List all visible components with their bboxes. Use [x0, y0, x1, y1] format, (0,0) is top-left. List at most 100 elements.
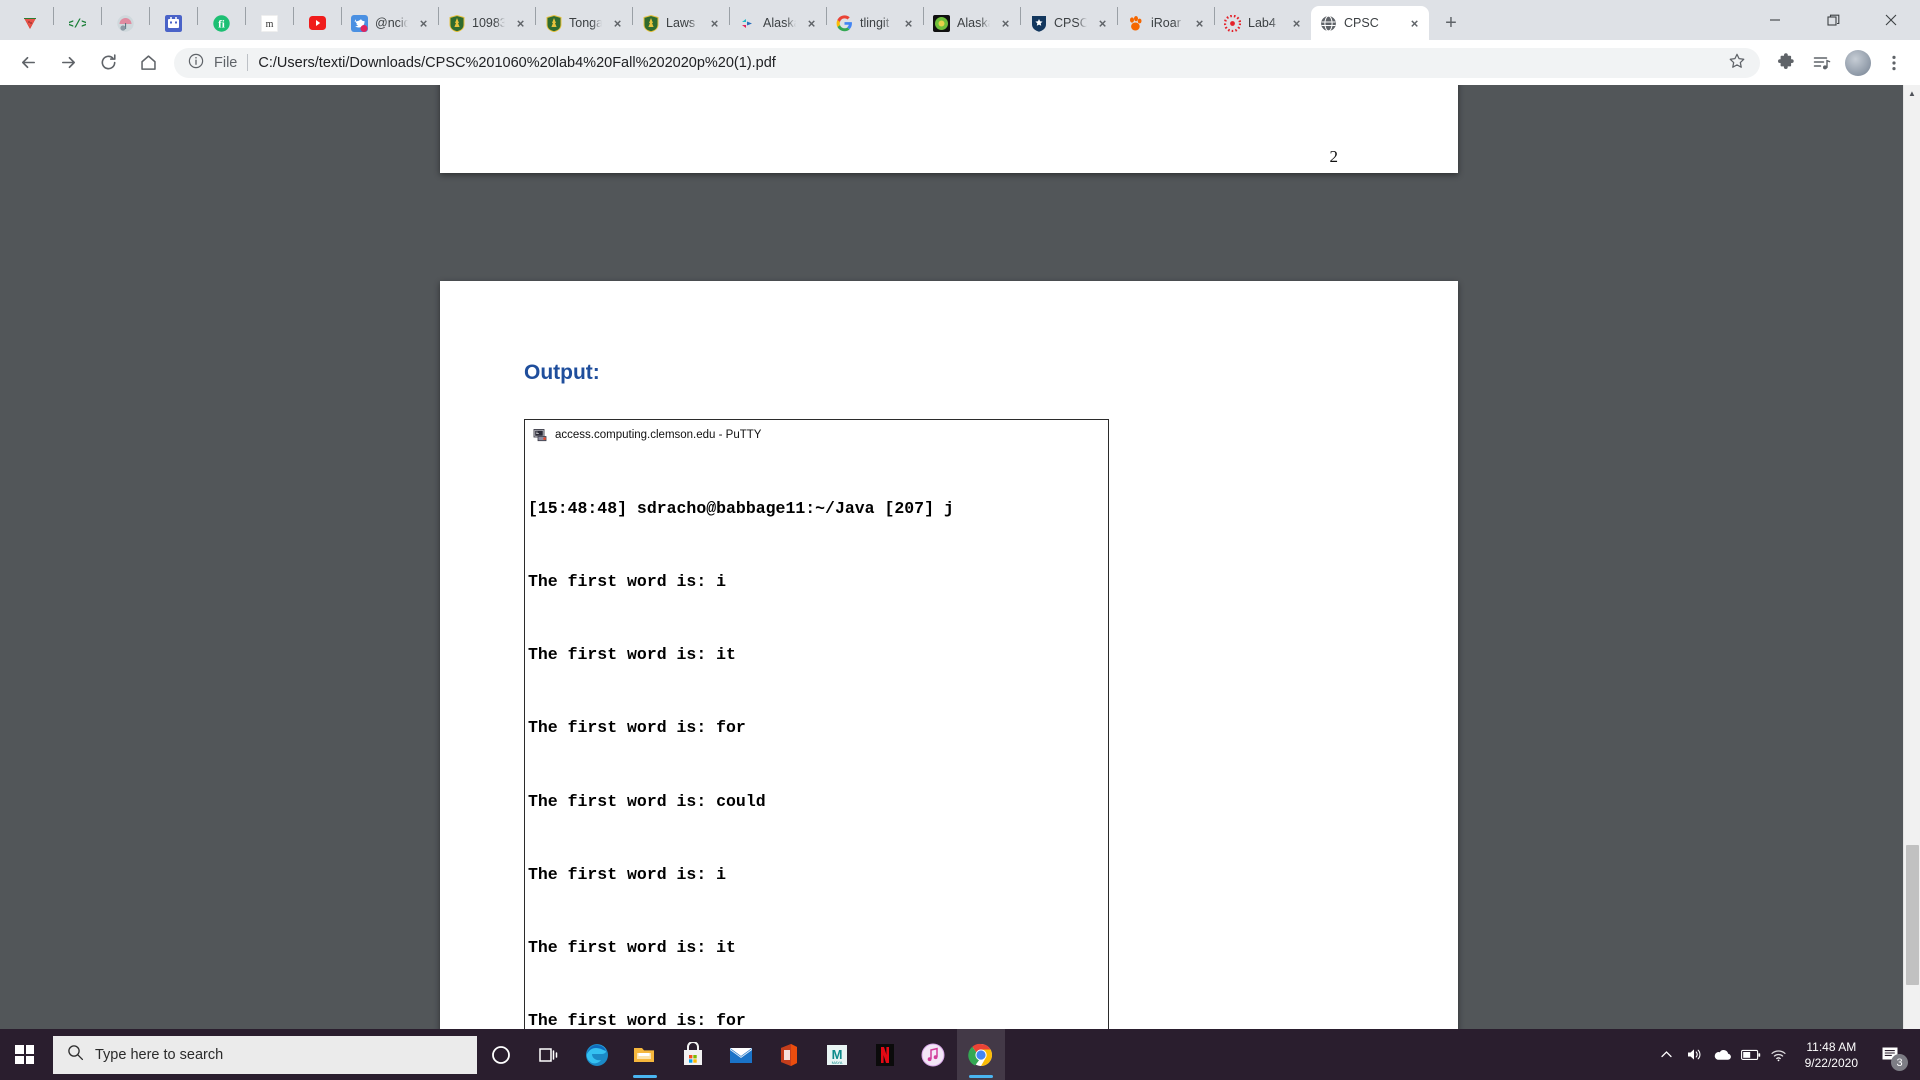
tab-close-icon[interactable]: ×: [803, 15, 820, 32]
taskbar-app-microsoft-store[interactable]: [669, 1029, 717, 1080]
forward-button[interactable]: [48, 43, 88, 83]
pdf-viewer[interactable]: 2 Output: access.computing.clemson.edu -…: [0, 85, 1920, 1029]
tab-label: 10983: [472, 16, 505, 30]
reload-button[interactable]: [88, 43, 128, 83]
taskbar-app-netflix[interactable]: [861, 1029, 909, 1080]
tab-code-brackets[interactable]: </>: [54, 6, 101, 40]
tab-label: Laws a: [666, 16, 699, 30]
clemson-paw-icon: [1127, 15, 1144, 32]
omnibox-divider: [247, 54, 249, 71]
extensions-puzzle-icon[interactable]: [1768, 45, 1804, 81]
site-info-icon[interactable]: [188, 53, 204, 73]
green-fi-icon: fi: [213, 14, 230, 32]
green-circle-icon: [933, 14, 950, 32]
taskbar-app-file-explorer[interactable]: [621, 1029, 669, 1080]
profile-avatar[interactable]: [1840, 45, 1876, 81]
scrollbar-thumb[interactable]: [1906, 845, 1919, 985]
media-control-icon[interactable]: [1804, 45, 1840, 81]
new-tab-button[interactable]: +: [1437, 9, 1465, 37]
forest-service-icon: [545, 14, 562, 32]
taskbar-app-itunes[interactable]: [909, 1029, 957, 1080]
taskbar-app-office[interactable]: [765, 1029, 813, 1080]
wifi-icon[interactable]: [1765, 1029, 1793, 1080]
cortana-icon[interactable]: [477, 1029, 525, 1080]
tab-blue-app[interactable]: [150, 6, 197, 40]
terminal-line: The first word is: i: [528, 864, 727, 884]
tab-close-icon[interactable]: ×: [900, 15, 917, 32]
home-button[interactable]: [128, 43, 168, 83]
tab-close-icon[interactable]: ×: [706, 15, 723, 32]
tab-youtube[interactable]: [294, 6, 341, 40]
taskbar-app-google-chrome[interactable]: [957, 1029, 1005, 1080]
taskbar-app-microsoft-edge[interactable]: [573, 1029, 621, 1080]
tab-tlingit[interactable]: tlingit ×: [827, 6, 923, 40]
minimize-button[interactable]: [1746, 0, 1804, 40]
windows-logo-icon: [15, 1045, 34, 1064]
three-dot-menu-icon[interactable]: [1876, 45, 1912, 81]
putty-window-screenshot: access.computing.clemson.edu - PuTTY [15…: [524, 419, 1109, 1029]
notification-center-button[interactable]: 3: [1870, 1029, 1912, 1080]
tab-close-icon[interactable]: ×: [1288, 15, 1305, 32]
tab-close-icon[interactable]: ×: [1094, 15, 1111, 32]
terminal-line: [15:48:48] sdracho@babbage11:~/Java [207…: [528, 498, 954, 518]
scroll-up-arrow-icon[interactable]: ▲: [1904, 85, 1920, 102]
taskbar-search-box[interactable]: Type here to search: [53, 1035, 477, 1074]
tab-tonga[interactable]: Tonga ×: [536, 6, 632, 40]
terminal-output: [15:48:48] sdracho@babbage11:~/Java [207…: [525, 448, 1108, 1029]
url-text[interactable]: C:/Users/texti/Downloads/CPSC%201060%20l…: [258, 55, 775, 71]
url-scheme-label: File: [214, 54, 238, 71]
address-bar[interactable]: File C:/Users/texti/Downloads/CPSC%20106…: [174, 47, 1760, 78]
tab-close-icon[interactable]: ×: [1406, 15, 1423, 32]
back-button[interactable]: [8, 43, 48, 83]
tab-laws[interactable]: Laws a ×: [633, 6, 729, 40]
tab-alaska-airlines[interactable]: Alaska ×: [730, 6, 826, 40]
vertical-scrollbar[interactable]: ▲: [1903, 85, 1920, 1029]
close-window-button[interactable]: [1862, 0, 1920, 40]
terminal-line: The first word is: i: [528, 572, 727, 592]
taskbar-app-mail[interactable]: [717, 1029, 765, 1080]
svg-text:fi: fi: [218, 18, 225, 30]
clemson-shield-icon: [1030, 15, 1047, 32]
tab-watermelon[interactable]: [6, 6, 53, 40]
tab-alaska-green[interactable]: Alaska ×: [924, 6, 1020, 40]
tab-close-icon[interactable]: ×: [609, 15, 626, 32]
tab-10983[interactable]: 10983 ×: [439, 6, 535, 40]
show-hidden-icons-chevron[interactable]: [1653, 1029, 1681, 1080]
tab-close-icon[interactable]: ×: [1191, 15, 1208, 32]
canvas-icon: [1224, 14, 1241, 32]
start-button[interactable]: [0, 1029, 49, 1080]
watermelon-icon: [21, 15, 38, 32]
star-icon[interactable]: [1728, 52, 1746, 74]
terminal-line: The first word is: it: [528, 645, 736, 665]
tab-close-icon[interactable]: ×: [512, 15, 529, 32]
tab-lab4[interactable]: Lab4 ×: [1215, 6, 1311, 40]
notification-badge: 3: [1891, 1054, 1908, 1071]
tab-label: Alaska: [957, 16, 990, 30]
taskbar-clock[interactable]: 11:48 AM 9/22/2020: [1793, 1039, 1870, 1071]
volume-icon[interactable]: [1681, 1029, 1709, 1080]
tab-cpsc-pdf-active[interactable]: CPSC ×: [1311, 6, 1429, 40]
battery-icon[interactable]: [1737, 1029, 1765, 1080]
tab-iroar[interactable]: iRoar ×: [1118, 6, 1214, 40]
onedrive-icon[interactable]: [1709, 1029, 1737, 1080]
tab-close-icon[interactable]: ×: [997, 15, 1014, 32]
umbrella-avatar-icon: [117, 14, 134, 32]
tab-cpsc-canvas[interactable]: CPSC ×: [1021, 6, 1117, 40]
putty-titlebar: access.computing.clemson.edu - PuTTY: [525, 425, 1108, 448]
tab-ncid[interactable]: @ncid ×: [342, 6, 438, 40]
forest-service-icon: [642, 14, 659, 32]
maximize-button[interactable]: [1804, 0, 1862, 40]
avatar: [1845, 49, 1871, 76]
twitter-notification-icon: [351, 14, 368, 32]
tab-letter-m[interactable]: m: [246, 6, 293, 40]
tab-umbrella-avatar[interactable]: [102, 6, 149, 40]
taskbar-app-maya[interactable]: M MAYA: [813, 1029, 861, 1080]
clock-date: 9/22/2020: [1804, 1055, 1858, 1070]
tab-green-fi[interactable]: fi: [198, 6, 245, 40]
putty-icon: [533, 427, 548, 442]
task-view-icon[interactable]: [525, 1029, 573, 1080]
putty-window-title: access.computing.clemson.edu - PuTTY: [555, 428, 762, 441]
code-brackets-icon: </>: [69, 15, 86, 32]
google-icon: [836, 14, 853, 32]
tab-close-icon[interactable]: ×: [415, 15, 432, 32]
